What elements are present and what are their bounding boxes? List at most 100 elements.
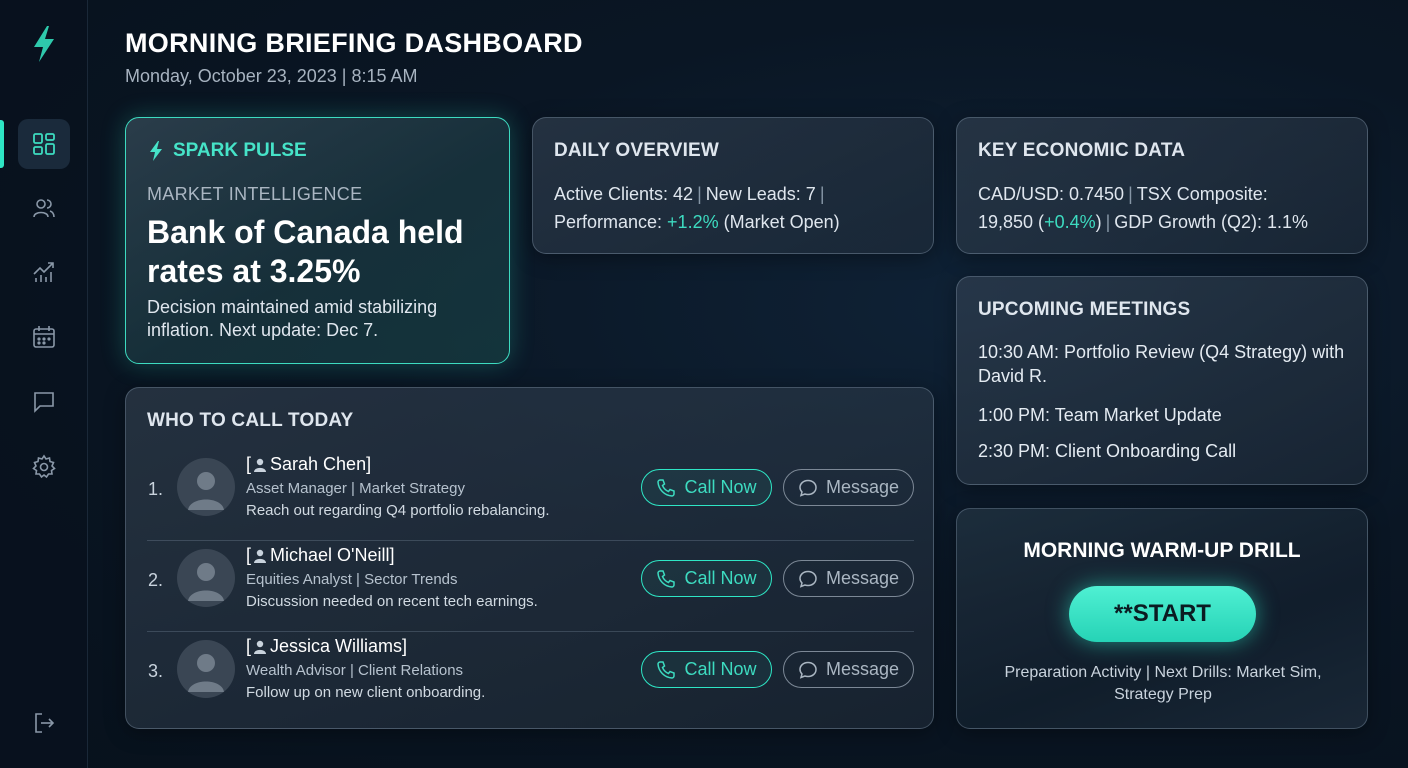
avatar xyxy=(177,458,235,516)
sidebar-item-settings[interactable] xyxy=(18,442,70,492)
message-button[interactable]: Message xyxy=(783,560,914,597)
meeting-item[interactable]: 2:30 PM: Client Onboarding Call xyxy=(978,439,1358,463)
contact-name-text: Michael O'Neill] xyxy=(270,545,395,565)
call-now-label: Call Now xyxy=(684,568,757,588)
warmup-drill-card: MORNING WARM-UP DRILL **START Preparatio… xyxy=(956,508,1368,729)
sidebar-item-analytics[interactable] xyxy=(18,247,70,297)
sidebar-item-calendar[interactable] xyxy=(18,312,70,362)
contact-role: Asset Manager | Market Strategy xyxy=(246,480,465,497)
chat-bubble-icon xyxy=(799,570,817,588)
economic-data-stats: CAD/USD: 0.7450 | TSX Composite: 19,850 (+… xyxy=(978,180,1348,236)
lightning-logo-icon xyxy=(28,24,60,64)
warmup-drill-title: MORNING WARM-UP DRILL xyxy=(1023,539,1301,562)
economic-data-card: KEY ECONOMIC DATA CAD/USD: 0.7450 | TSX Co… xyxy=(956,117,1368,254)
row-number: 3. xyxy=(148,661,164,681)
cad-usd-stat: CAD/USD: 0.7450 xyxy=(978,184,1125,204)
phone-icon xyxy=(657,569,676,588)
contact-name[interactable]: [ Sarah Chen] xyxy=(246,454,371,475)
spark-pulse-card[interactable]: SPARK PULSE MARKET INTELLIGENCE Bank of … xyxy=(125,117,510,364)
sidebar-item-messages[interactable] xyxy=(18,377,70,427)
new-leads-stat: New Leads: 7 xyxy=(705,184,816,204)
upcoming-meetings-title: UPCOMING MEETINGS xyxy=(978,299,1191,320)
phone-icon xyxy=(657,478,676,497)
chat-bubble-icon xyxy=(799,661,817,679)
daily-overview-stats: Active Clients: 42 | New Leads: 7 | Perform… xyxy=(554,180,924,236)
message-label: Message xyxy=(825,659,900,679)
meeting-item[interactable]: 1:00 PM: Team Market Update xyxy=(978,403,1358,427)
chat-icon xyxy=(34,392,54,413)
contact-note: Follow up on new client onboarding. xyxy=(246,684,486,701)
message-label: Message xyxy=(825,477,900,497)
contact-name-text: Jessica Williams] xyxy=(270,636,408,656)
separator: | xyxy=(1128,184,1133,204)
call-now-label: Call Now xyxy=(684,659,757,679)
call-list-row: 1. [ Sarah Chen] Asset Manager | Market … xyxy=(147,450,914,541)
call-now-button[interactable]: Call Now xyxy=(641,560,772,597)
page-title: MORNING BRIEFING DASHBOARD xyxy=(125,28,583,58)
separator: | xyxy=(819,184,825,204)
meeting-item[interactable]: 10:30 AM: Portfolio Review (Q4 Strategy)… xyxy=(978,340,1358,388)
call-now-button[interactable]: Call Now xyxy=(641,651,772,688)
chart-icon xyxy=(33,262,54,282)
bracket-open: [ xyxy=(246,545,252,565)
users-icon xyxy=(33,199,55,218)
sidebar xyxy=(0,0,88,768)
daily-overview-card: DAILY OVERVIEW Active Clients: 42 | New Le… xyxy=(532,117,934,254)
sidebar-item-logout[interactable] xyxy=(18,698,70,748)
message-button[interactable]: Message xyxy=(783,469,914,506)
call-list-row: 2. [ Michael O'Neill] Equities Analyst |… xyxy=(147,541,914,632)
start-button[interactable]: **START xyxy=(1069,586,1256,642)
message-button[interactable]: Message xyxy=(783,651,914,688)
tsx-close: ) xyxy=(1095,212,1102,232)
person-icon xyxy=(254,640,267,654)
person-icon xyxy=(254,458,267,472)
contact-role: Equities Analyst | Sector Trends xyxy=(246,571,458,588)
sidebar-item-clients[interactable] xyxy=(18,183,70,233)
tsx-value: 19,850 ( xyxy=(978,212,1045,232)
row-number: 1. xyxy=(148,479,164,499)
gdp-stat: GDP Growth (Q2): 1.1% xyxy=(1114,212,1309,232)
contact-name[interactable]: [ Michael O'Neill] xyxy=(246,545,395,566)
call-list-row: 3. [ Jessica Williams] Wealth Advisor | … xyxy=(147,632,914,723)
call-now-button[interactable]: Call Now xyxy=(641,469,772,506)
warmup-drill-footer: Preparation Activity | Next Drills: Mark… xyxy=(1004,664,1322,703)
separator: | xyxy=(1105,212,1111,232)
spark-pulse-header: SPARK PULSE xyxy=(147,140,307,162)
active-nav-indicator xyxy=(0,120,4,168)
economic-data-title: KEY ECONOMIC DATA xyxy=(978,140,1186,161)
performance-note: (Market Open) xyxy=(718,212,840,232)
who-to-call-card: WHO TO CALL TODAY 1. [ Sarah Chen] Asset… xyxy=(125,387,934,729)
avatar xyxy=(177,640,235,698)
gear-icon xyxy=(32,454,56,479)
page-date: Monday, October 23, 2023 | 8:15 AM xyxy=(125,66,418,86)
contact-note: Reach out regarding Q4 portfolio rebalan… xyxy=(246,502,550,519)
message-label: Message xyxy=(825,568,900,588)
contact-note: Discussion needed on recent tech earning… xyxy=(246,593,538,610)
row-number: 2. xyxy=(148,570,164,590)
performance-label: Performance: xyxy=(554,212,668,232)
upcoming-meetings-card: UPCOMING MEETINGS 10:30 AM: Portfolio Re… xyxy=(956,276,1368,485)
spark-headline: Bank of Canada held rates at 3.25% xyxy=(147,214,464,289)
calendar-icon xyxy=(33,326,55,348)
spark-pulse-label: SPARK PULSE xyxy=(173,140,307,161)
avatar xyxy=(177,549,235,607)
spark-kicker: MARKET INTELLIGENCE xyxy=(147,184,363,204)
contact-name-text: Sarah Chen] xyxy=(270,454,372,474)
call-now-label: Call Now xyxy=(684,477,757,497)
bracket-open: [ xyxy=(246,454,252,474)
contact-name[interactable]: [ Jessica Williams] xyxy=(246,636,407,657)
separator: | xyxy=(697,184,702,204)
sidebar-item-dashboard[interactable] xyxy=(18,119,70,169)
phone-icon xyxy=(657,660,676,679)
tsx-change: +0.4% xyxy=(1044,212,1096,232)
logout-icon xyxy=(35,713,55,733)
lightning-icon xyxy=(150,141,162,161)
chat-bubble-icon xyxy=(799,479,817,497)
contact-role: Wealth Advisor | Client Relations xyxy=(246,662,464,679)
person-icon xyxy=(254,549,267,563)
tsx-label: TSX Composite: xyxy=(1136,184,1268,204)
active-clients-stat: Active Clients: 42 xyxy=(554,184,694,204)
grid-icon xyxy=(33,133,55,155)
bracket-open: [ xyxy=(246,636,252,656)
daily-overview-title: DAILY OVERVIEW xyxy=(554,140,720,161)
